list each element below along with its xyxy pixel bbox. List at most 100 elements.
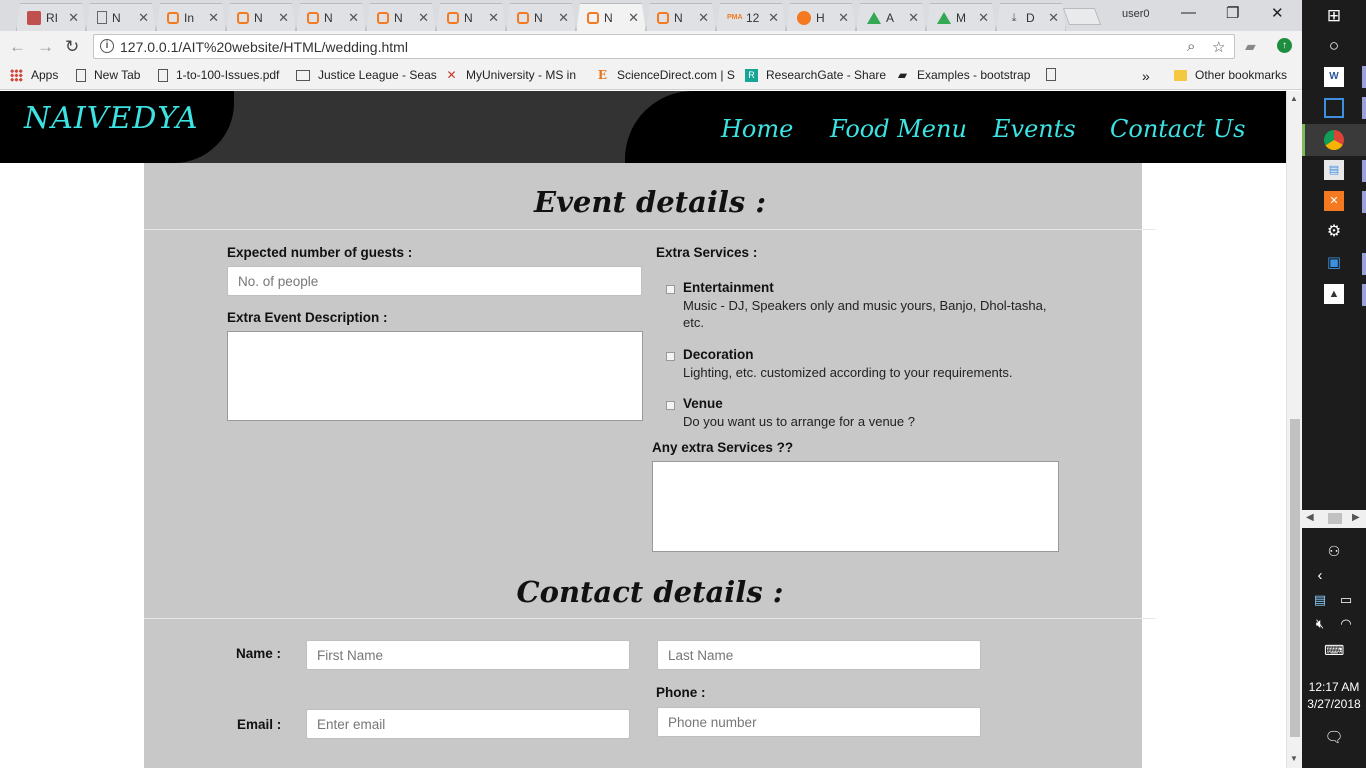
email-label: Email : (237, 717, 282, 732)
scroll-thumb[interactable] (1290, 419, 1300, 737)
url-text[interactable]: 127.0.0.1/AIT%20website/HTML/wedding.htm… (120, 39, 408, 55)
close-tab-icon[interactable]: ✕ (628, 10, 639, 26)
browser-tab[interactable]: N ✕ (366, 3, 436, 31)
close-tab-icon[interactable]: ✕ (838, 10, 849, 26)
volume-muted-icon[interactable]: 🔇︎ (1310, 614, 1330, 634)
close-tab-icon[interactable]: ✕ (278, 10, 289, 26)
browser-tab[interactable]: A ✕ (856, 3, 926, 31)
xampp-taskbar-icon[interactable]: ✕ (1324, 191, 1344, 211)
close-tab-icon[interactable]: ✕ (978, 10, 989, 26)
browser-tab[interactable]: N ✕ (86, 3, 156, 31)
browser-tab[interactable]: H ✕ (786, 3, 856, 31)
description-textarea[interactable] (227, 331, 643, 421)
bookmark-issues-pdf[interactable]: 1-to-100-Issues.pdf (158, 68, 279, 82)
notepad-icon[interactable]: ▤ (1324, 160, 1344, 180)
scroll-up-icon[interactable]: ▲ (1290, 94, 1298, 103)
taskbar-scroll-thumb[interactable] (1328, 513, 1342, 524)
browser-tab[interactable]: N ✕ (296, 3, 366, 31)
close-tab-icon[interactable]: ✕ (68, 10, 79, 26)
bookmark-sciencedirect[interactable]: E ScienceDirect.com | S (596, 68, 735, 82)
browser-tab[interactable]: In ✕ (156, 3, 226, 31)
info-icon[interactable]: i (100, 39, 114, 53)
bookmark-researchgate[interactable]: R ResearchGate - Share (745, 68, 886, 82)
word-icon[interactable]: W (1324, 67, 1344, 87)
browser-tab[interactable]: N ✕ (436, 3, 506, 31)
guests-input[interactable] (227, 266, 642, 296)
address-bar[interactable]: i 127.0.0.1/AIT%20website/HTML/wedding.h… (93, 34, 1235, 59)
browser-tab[interactable]: N ✕ (646, 3, 716, 31)
page-scrollbar[interactable]: ▲ ▼ (1286, 91, 1302, 768)
wifi-icon[interactable]: ◠ (1336, 614, 1356, 634)
decoration-checkbox[interactable] (666, 352, 675, 361)
close-tab-icon[interactable]: ✕ (418, 10, 429, 26)
clock-time[interactable]: 12:17 AM (1302, 680, 1366, 694)
photos-icon[interactable]: ▲ (1324, 284, 1344, 304)
browser-tab[interactable]: RI ✕ (16, 3, 86, 31)
settings-gear-icon[interactable]: ⚙ (1324, 222, 1344, 242)
close-tab-icon[interactable]: ✕ (698, 10, 709, 26)
update-icon[interactable]: ↑ (1277, 38, 1292, 53)
restore-icon[interactable]: ❐ (1226, 4, 1239, 22)
windows-start-icon[interactable]: ⊞ (1324, 6, 1344, 26)
people-icon[interactable]: ⚇ (1324, 541, 1344, 561)
venue-checkbox[interactable] (666, 401, 675, 410)
bookmark-apps[interactable]: Apps (10, 68, 58, 82)
close-tab-icon[interactable]: ✕ (208, 10, 219, 26)
nav-food-menu[interactable]: Food Menu (830, 115, 967, 143)
scroll-down-icon[interactable]: ▼ (1290, 754, 1298, 763)
bookmark-myuniversity[interactable]: ✕ MyUniversity - MS in (445, 68, 576, 82)
last-name-input[interactable] (657, 640, 981, 670)
browser-tab-active[interactable]: N ✕ (576, 3, 646, 32)
minimize-icon[interactable]: — (1181, 4, 1196, 21)
action-center-icon[interactable]: 🗨︎ (1324, 728, 1344, 748)
close-tab-icon[interactable]: ✕ (1048, 10, 1059, 26)
email-input[interactable] (306, 709, 630, 739)
profile-name[interactable]: user0 (1122, 8, 1150, 20)
bookmark-new-tab[interactable]: New Tab (76, 68, 140, 82)
bookmark-bootstrap[interactable]: ▰ Examples - bootstrap (896, 68, 1031, 82)
battery-icon[interactable]: ▭ (1336, 590, 1356, 610)
keyboard-icon[interactable]: ⌨ (1324, 640, 1344, 660)
show-hidden-chevron-icon[interactable]: ‹ (1310, 566, 1330, 586)
chrome-icon[interactable] (1324, 130, 1344, 150)
scroll-right-icon[interactable]: ▶ (1352, 512, 1360, 523)
entertainment-checkbox[interactable] (666, 285, 675, 294)
app-window-icon[interactable] (1324, 98, 1344, 118)
scroll-left-icon[interactable]: ◀ (1306, 512, 1314, 523)
cortana-icon[interactable]: ○ (1324, 36, 1344, 56)
browser-tab[interactable]: PMA 12 ✕ (716, 3, 786, 31)
more-bookmarks-chevron[interactable]: » (1142, 68, 1150, 84)
other-bookmarks[interactable]: Other bookmarks (1174, 68, 1287, 82)
bookmark-star-icon[interactable]: ☆ (1212, 38, 1225, 56)
taskbar-scrollbar[interactable]: ◀ ▶ (1302, 510, 1366, 528)
close-tab-icon[interactable]: ✕ (908, 10, 919, 26)
close-tab-icon[interactable]: ✕ (138, 10, 149, 26)
close-window-icon[interactable]: ✕ (1271, 4, 1284, 22)
browser-tab[interactable]: N ✕ (506, 3, 576, 31)
first-name-input[interactable] (306, 640, 630, 670)
zoom-icon[interactable]: ⌕ (1187, 38, 1195, 55)
reload-icon[interactable]: ↻ (65, 37, 79, 57)
site-logo[interactable]: NAIVEDYA (24, 101, 199, 136)
close-tab-icon[interactable]: ✕ (558, 10, 569, 26)
nav-home[interactable]: Home (721, 115, 793, 143)
extra-services-textarea[interactable] (652, 461, 1059, 552)
window-app-icon[interactable]: ▣ (1324, 253, 1344, 273)
network-window-icon[interactable]: ▤ (1310, 590, 1330, 610)
back-icon[interactable]: ← (9, 37, 26, 57)
nav-events[interactable]: Events (993, 115, 1076, 143)
phone-input[interactable] (657, 707, 981, 737)
close-tab-icon[interactable]: ✕ (488, 10, 499, 26)
browser-tab[interactable]: N ✕ (226, 3, 296, 31)
close-tab-icon[interactable]: ✕ (768, 10, 779, 26)
new-tab-button[interactable] (1062, 8, 1102, 25)
browser-tab[interactable]: ⤓ D ✕ (996, 3, 1066, 31)
forward-icon[interactable]: → (37, 37, 54, 57)
browser-tab[interactable]: M ✕ (926, 3, 996, 31)
bookmark-untitled[interactable] (1046, 68, 1064, 81)
nav-contact-us[interactable]: Contact Us (1110, 115, 1245, 143)
extension-chart-icon[interactable]: ▰ (1245, 38, 1256, 55)
close-tab-icon[interactable]: ✕ (348, 10, 359, 26)
bookmark-justice-league[interactable]: Justice League - Seas (296, 68, 437, 82)
clock-date[interactable]: 3/27/2018 (1302, 697, 1366, 711)
